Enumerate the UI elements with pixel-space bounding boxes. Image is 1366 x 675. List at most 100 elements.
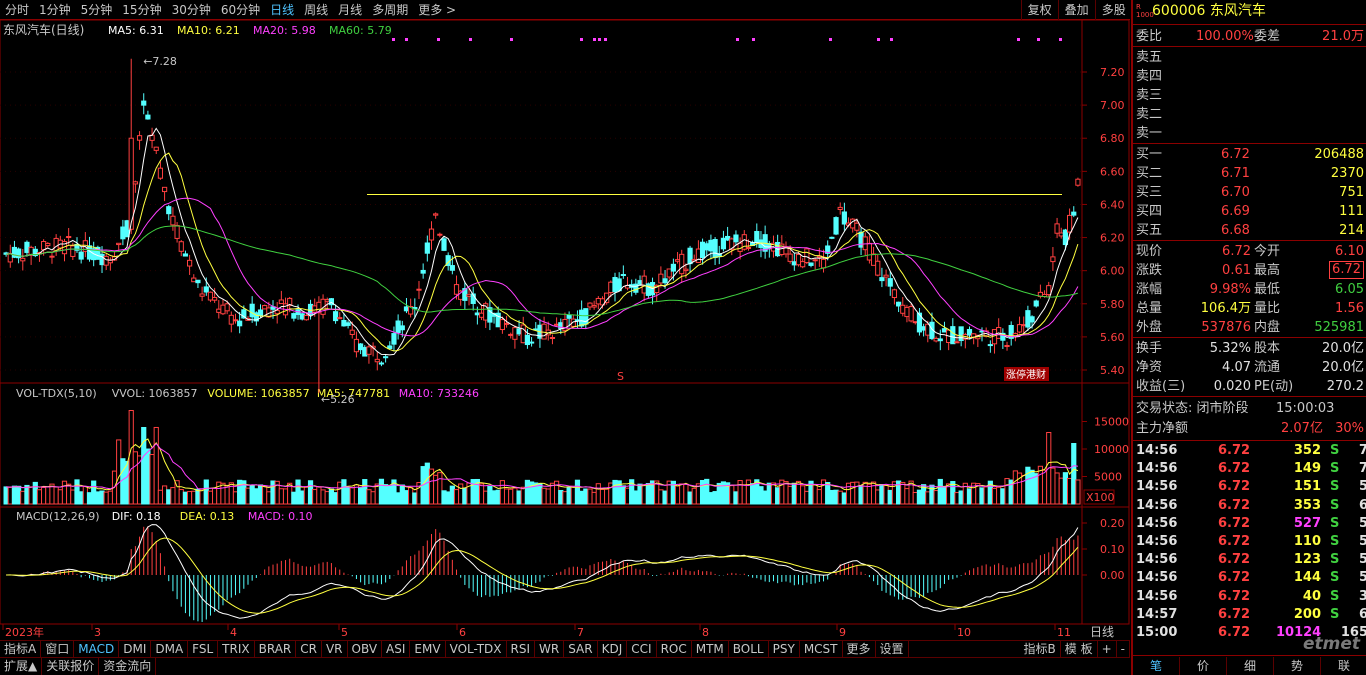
detail-tab-3[interactable]: 势: [1274, 657, 1321, 675]
volume-bar: [95, 491, 101, 505]
indicator-tab-18[interactable]: CCI: [627, 641, 657, 657]
stat-value: 9.98%: [1209, 282, 1251, 297]
tick-time: 14:56: [1136, 515, 1178, 531]
macd-panel-frame: [0, 506, 1130, 625]
indicator-right-3[interactable]: -: [1117, 641, 1130, 657]
candle-body: [66, 236, 72, 239]
volume-bar: [412, 492, 418, 505]
price-tick-label: 5.60: [1100, 331, 1125, 344]
detail-tab-1[interactable]: 价: [1180, 657, 1227, 675]
extend-tab-1[interactable]: 关联报价: [42, 658, 100, 675]
price-tick-label: 7.00: [1100, 99, 1125, 112]
tick-count: 5: [1358, 515, 1366, 531]
tick-volume: 200: [1293, 606, 1321, 622]
stat-label: 外盘: [1136, 320, 1163, 335]
indicator-tab-19[interactable]: ROC: [657, 641, 692, 657]
detail-tab-0[interactable]: 笔: [1133, 657, 1180, 675]
axis-period-label: 日线: [1090, 625, 1114, 639]
period-tab-0[interactable]: 分时: [0, 1, 34, 18]
volume-bar: [182, 491, 189, 505]
indicator-right-0[interactable]: 指标B: [1020, 641, 1061, 657]
indicator-tab-21[interactable]: BOLL: [729, 641, 769, 657]
candle-body: [399, 325, 405, 331]
candle-body: [237, 320, 243, 327]
tool-button-0[interactable]: 复权: [1020, 0, 1058, 20]
indicator-tab-1[interactable]: 窗口: [41, 641, 75, 657]
tick-time: 14:56: [1136, 588, 1178, 604]
volume-bar: [449, 485, 455, 505]
volume-bar: [307, 480, 314, 505]
indicator-tab-11[interactable]: ASI: [382, 641, 411, 657]
volume-bar: [750, 483, 756, 505]
signal-dot: [1059, 38, 1062, 41]
kline-chart[interactable]: 东风汽车(日线) MA5: 6.31 MA10: 6.21 MA20: 5.98 MA6…: [0, 20, 1130, 652]
indicator-tab-2[interactable]: MACD: [74, 641, 120, 657]
indicator-tab-25[interactable]: 设置: [876, 641, 909, 657]
tool-button-2[interactable]: 多股: [1094, 0, 1132, 20]
main-flow: 主力净额 2.07亿 30%: [1136, 421, 1364, 436]
indicator-tab-5[interactable]: FSL: [188, 641, 219, 657]
indicator-tab-23[interactable]: MCST: [800, 641, 843, 657]
indicator-tab-24[interactable]: 更多: [843, 641, 876, 657]
detail-tab-2[interactable]: 细: [1227, 657, 1274, 675]
indicator-tab-8[interactable]: CR: [296, 641, 322, 657]
indicator-tab-22[interactable]: PSY: [769, 641, 800, 657]
bid-row-2: 买三 6.70 751: [1136, 183, 1364, 202]
volume-bar: [683, 483, 689, 505]
indicator-tab-20[interactable]: MTM: [692, 641, 729, 657]
volume-bar: [495, 489, 501, 505]
period-tab-3[interactable]: 15分钟: [117, 1, 166, 18]
detail-tab-4[interactable]: 联: [1321, 657, 1366, 675]
period-tab-2[interactable]: 5分钟: [76, 1, 118, 18]
indicator-tab-13[interactable]: VOL-TDX: [446, 641, 507, 657]
indicator-tab-12[interactable]: EMV: [410, 641, 446, 657]
volume-bar: [662, 490, 668, 505]
indicator-tab-16[interactable]: SAR: [564, 641, 598, 657]
period-tab-8[interactable]: 月线: [333, 1, 367, 18]
period-tab-5[interactable]: 60分钟: [216, 1, 265, 18]
volume-bar: [199, 489, 205, 505]
indicator-right-1[interactable]: 模 板: [1061, 641, 1098, 657]
candle-body: [829, 236, 835, 239]
candle-body: [466, 294, 472, 297]
volume-bar: [524, 479, 531, 505]
volume-bar: [512, 487, 518, 505]
extend-tab-0[interactable]: 扩展▲: [0, 658, 43, 675]
stat-value: 1.56: [1335, 301, 1364, 316]
volume-bar: [178, 489, 184, 505]
candle-body: [554, 323, 560, 326]
volume-bar: [187, 491, 193, 505]
low-label: ←5.26: [321, 393, 355, 406]
indicator-tab-10[interactable]: OBV: [348, 641, 383, 657]
indicator-tab-7[interactable]: BRAR: [255, 641, 297, 657]
candle-body: [912, 321, 918, 324]
indicator-tab-14[interactable]: RSI: [507, 641, 536, 657]
tick-row-5: 14:56 6.72 110 S 5: [1136, 533, 1366, 551]
period-tab-10[interactable]: 更多 >: [413, 1, 461, 18]
tool-button-1[interactable]: 叠加: [1057, 0, 1095, 20]
indicator-tab-9[interactable]: VR: [322, 641, 348, 657]
period-tab-4[interactable]: 30分钟: [167, 1, 216, 18]
indicator-tab-15[interactable]: WR: [535, 641, 565, 657]
period-tab-7[interactable]: 周线: [299, 1, 333, 18]
indicator-tab-0[interactable]: 指标A: [0, 641, 42, 657]
extend-tab-2[interactable]: 资金流向: [99, 658, 157, 675]
indicator-tab-4[interactable]: DMA: [151, 641, 189, 657]
candle-body: [187, 259, 193, 267]
period-tab-9[interactable]: 多周期: [367, 1, 413, 18]
volume-bar: [312, 489, 318, 505]
candle-body: [712, 239, 718, 259]
indicator-tab-3[interactable]: DMI: [119, 641, 152, 657]
volume-bar: [941, 485, 948, 505]
candle-body: [45, 242, 51, 247]
period-tab-1[interactable]: 1分钟: [34, 1, 76, 18]
period-tab-6[interactable]: 日线: [265, 1, 299, 18]
volume-bar: [337, 481, 343, 505]
indicator-tab-6[interactable]: TRIX: [218, 641, 255, 657]
volume-bar: [220, 482, 226, 505]
volume-bar: [107, 490, 113, 505]
indicator-right-2[interactable]: +: [1098, 641, 1117, 657]
indicator-tab-17[interactable]: KDJ: [598, 641, 628, 657]
volume-bar: [958, 490, 964, 505]
volume-bar: [1041, 469, 1048, 505]
